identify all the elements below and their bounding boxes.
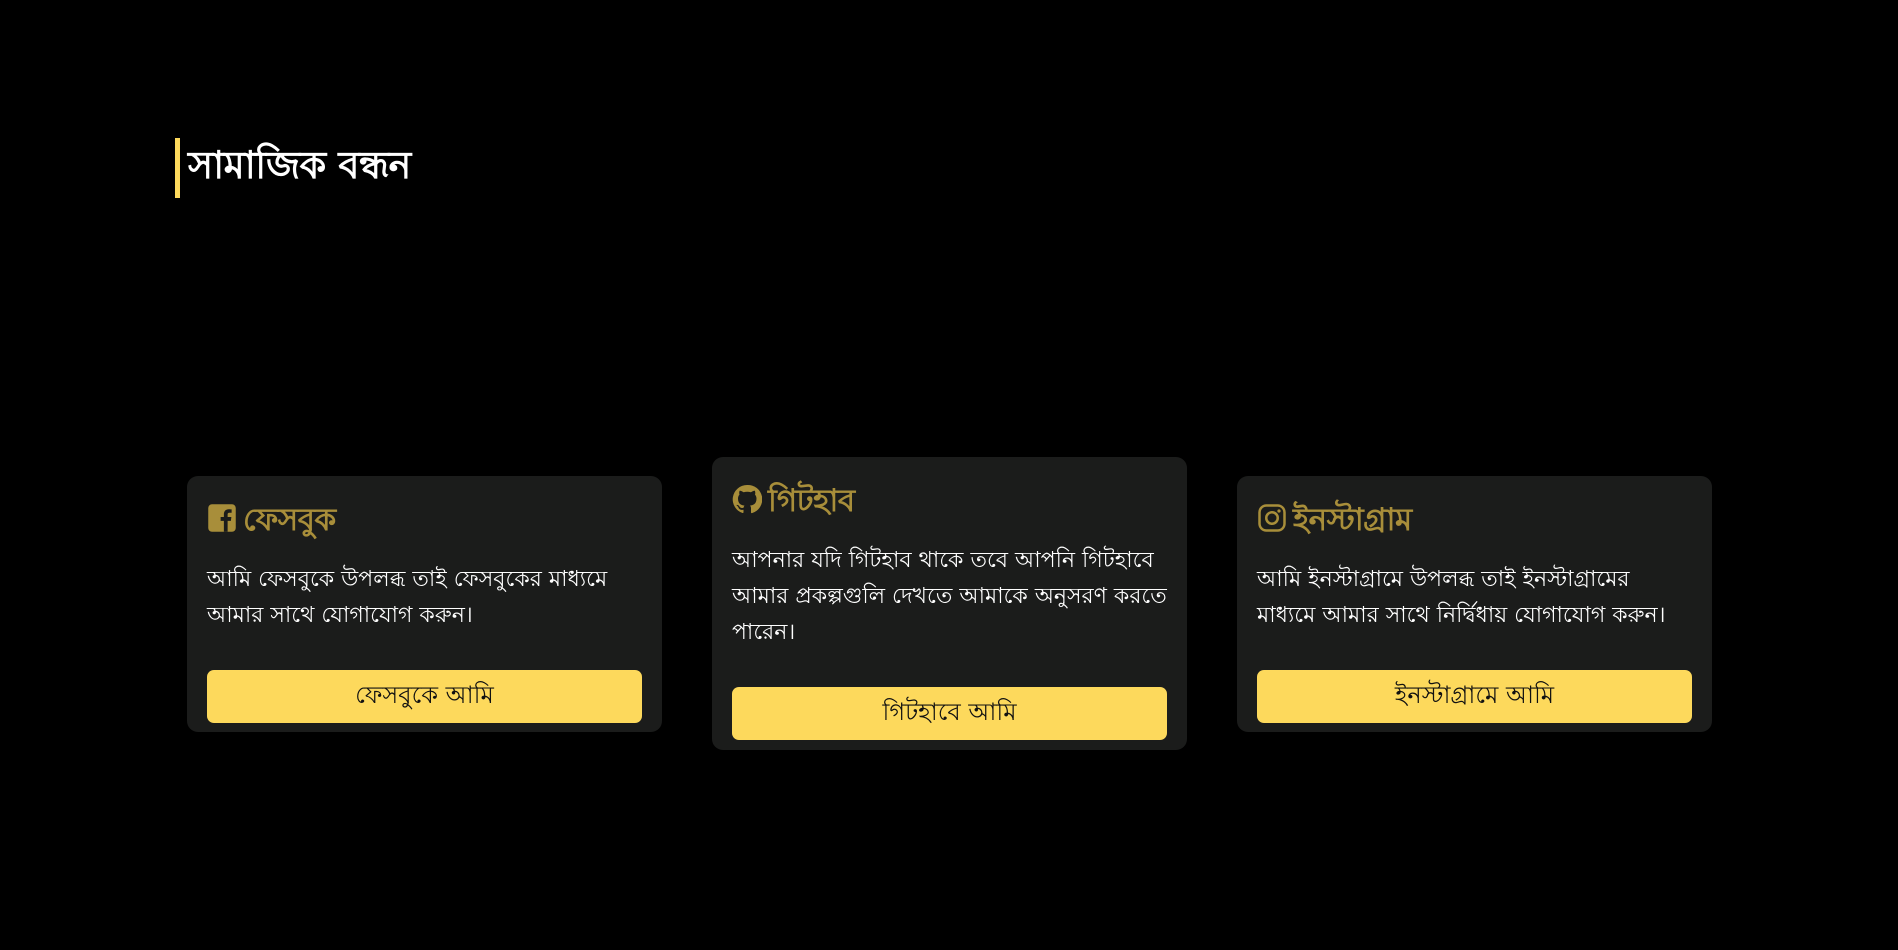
github-card-title: গিটহাব: [768, 483, 855, 519]
instagram-card-heading: ইনস্টাগ্রাম: [1257, 502, 1692, 542]
facebook-card-text: আমি ফেসবুকে উপলব্ধ তাই ফেসবুকের মাধ্যমে …: [207, 567, 608, 628]
github-card: গিটহাব আপনার যদি গিটহাব থাকে তবে আপনি গি…: [712, 457, 1187, 750]
facebook-card-heading: ফেসবুক: [207, 502, 642, 542]
section-title: সামাজিক বন্ধন: [175, 138, 411, 198]
instagram-card-title: ইনস্টাগ্রাম: [1293, 502, 1412, 538]
github-icon: [732, 484, 763, 522]
github-button[interactable]: গিটহাবে আমি: [732, 687, 1167, 740]
github-card-heading: গিটহাব: [732, 483, 1167, 523]
facebook-icon: [207, 503, 237, 541]
instagram-icon: [1257, 503, 1287, 541]
facebook-card-title: ফেসবুক: [243, 502, 336, 538]
instagram-card: ইনস্টাগ্রাম আমি ইনস্টাগ্রামে উপলব্ধ তাই …: [1237, 476, 1712, 732]
facebook-card: ফেসবুক আমি ফেসবুকে উপলব্ধ তাই ফেসবুকের ম…: [187, 476, 662, 732]
instagram-card-text: আমি ইনস্টাগ্রামে উপলব্ধ তাই ইনস্টাগ্রামে…: [1257, 567, 1666, 628]
github-card-text: আপনার যদি গিটহাব থাকে তবে আপনি গিটহাবে আ…: [732, 548, 1167, 645]
facebook-button[interactable]: ফেসবুকে আমি: [207, 670, 642, 723]
instagram-button[interactable]: ইনস্টাগ্রামে আমি: [1257, 670, 1692, 723]
